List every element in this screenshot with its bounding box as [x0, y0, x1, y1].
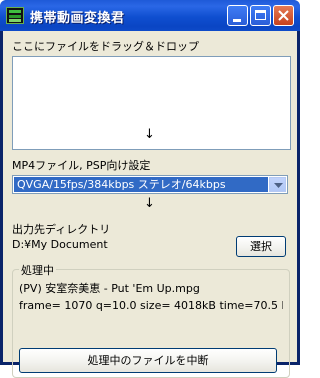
close-button[interactable]	[273, 5, 294, 26]
title-bar[interactable]: 携帯動画変換君	[0, 0, 300, 31]
client-area: ここにファイルをドラッグ＆ドロップ ↓ MP4ファイル, PSP向け設定 QVG…	[3, 31, 297, 378]
minimize-icon	[233, 19, 241, 22]
format-select[interactable]: QVGA/15fps/384kbps ステレオ/64kbps	[12, 175, 288, 194]
maximize-icon	[255, 10, 266, 20]
maximize-button[interactable]	[250, 5, 271, 26]
dropdown-button[interactable]	[269, 177, 286, 192]
down-arrow-icon: ↓	[144, 127, 155, 142]
close-icon	[278, 10, 289, 21]
app-window: 携帯動画変換君 ここにファイルをドラッグ＆ドロップ ↓ MP4ファイル, PSP…	[0, 0, 300, 378]
output-dir-label: 出力先ディレクトリ	[12, 223, 111, 236]
processing-file: (PV) 安室奈美恵 - Put 'Em Up.mpg	[19, 282, 200, 295]
chevron-down-icon	[274, 183, 283, 188]
processing-group: 処理中 (PV) 安室奈美恵 - Put 'Em Up.mpg frame= 1…	[12, 262, 290, 378]
processing-status: frame= 1070 q=10.0 size= 4018kB time=70.…	[19, 299, 283, 312]
format-label: MP4ファイル, PSP向け設定	[12, 159, 151, 172]
minimize-button[interactable]	[227, 5, 248, 26]
drop-label: ここにファイルをドラッグ＆ドロップ	[12, 40, 199, 53]
format-selected-value: QVGA/15fps/384kbps ステレオ/64kbps	[14, 177, 268, 192]
down-arrow-icon: ↓	[144, 196, 155, 211]
abort-processing-button[interactable]: 処理中のファイルを中断	[19, 348, 277, 373]
processing-legend: 処理中	[19, 262, 56, 278]
app-icon[interactable]	[6, 7, 24, 24]
browse-button[interactable]: 選択	[236, 236, 286, 257]
window-title: 携帯動画変換君	[30, 11, 125, 26]
output-dir-path: D:¥My Document	[12, 238, 108, 251]
